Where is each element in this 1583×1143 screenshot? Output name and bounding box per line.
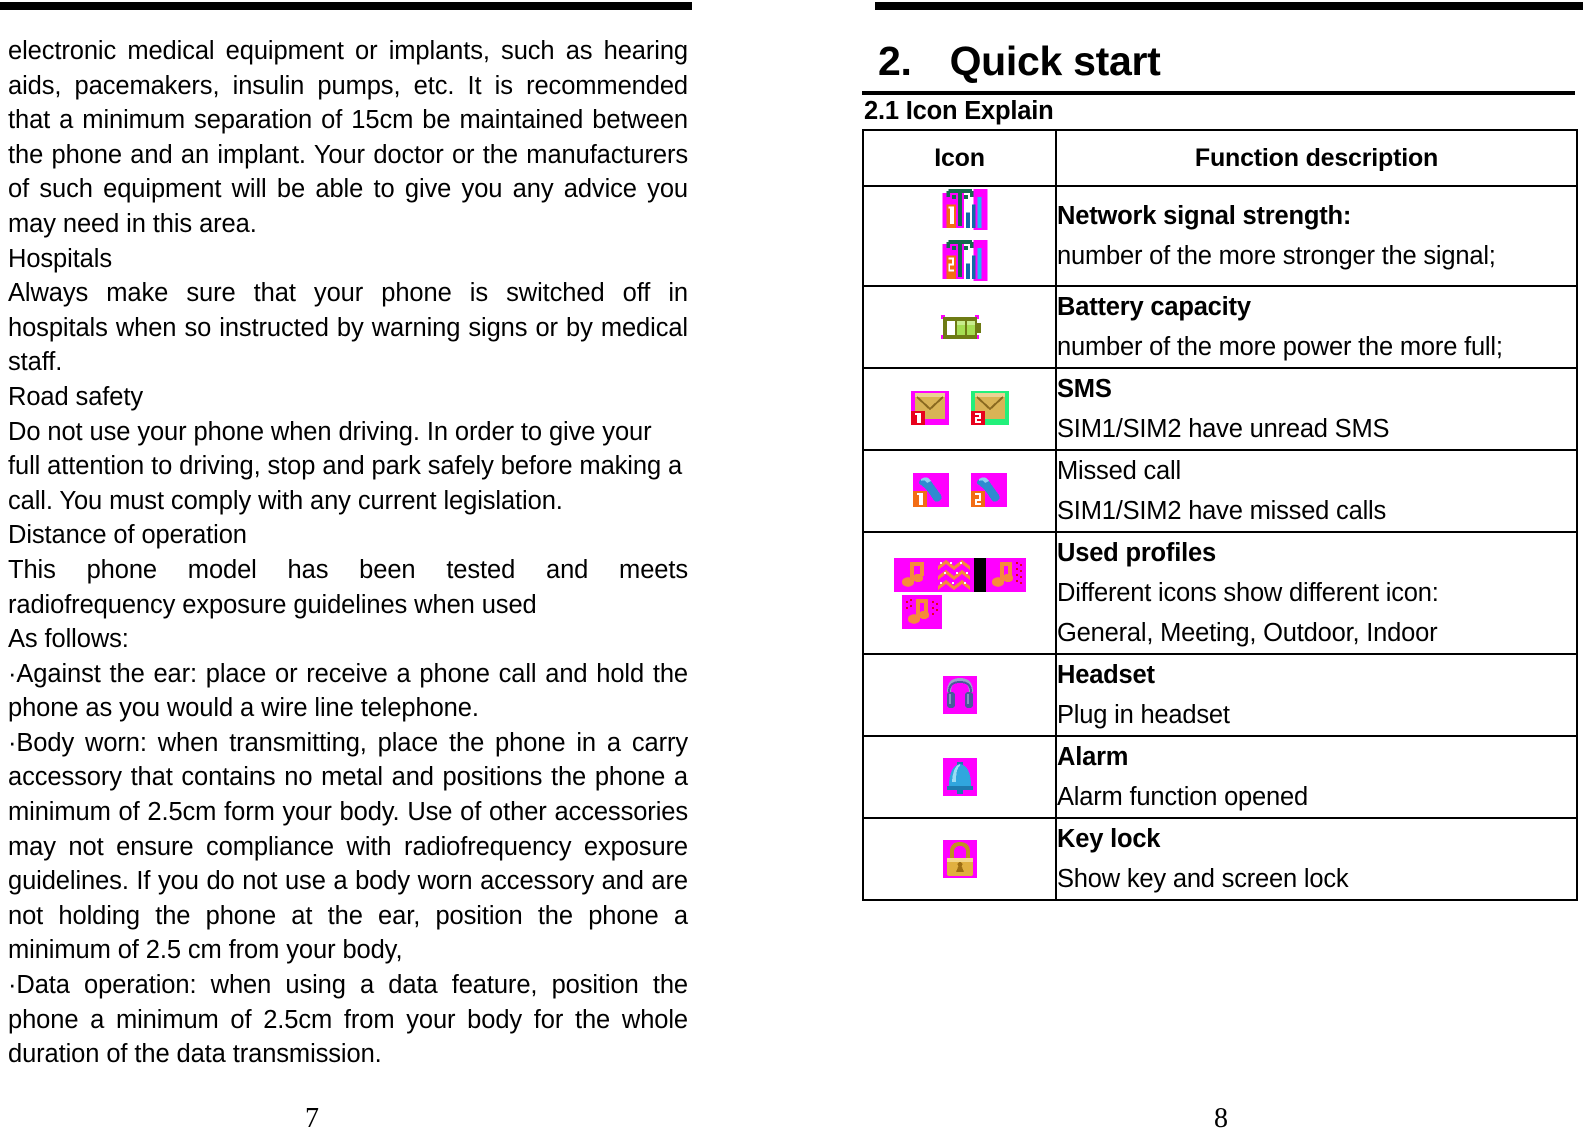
chapter-underline: [862, 91, 1575, 95]
profile-outdoor-icon: [973, 557, 986, 592]
section-heading: 2.1 Icon Explain: [864, 97, 1054, 125]
paragraph: ·Body worn: when transmitting, place the…: [8, 728, 688, 965]
signal-strength-sim1-icon: [930, 187, 990, 234]
row-description: Alarm function opened: [1057, 783, 1308, 811]
table-row: Used profiles Different icons show diffe…: [862, 531, 1578, 655]
table-row: Key lock Show key and screen lock: [862, 817, 1578, 901]
chapter-number: 2.: [878, 38, 912, 84]
paragraph: ·Data operation: when using a data featu…: [8, 971, 688, 1069]
icon-cell: [862, 653, 1057, 737]
document-page: electronic medical equipment or implants…: [0, 0, 1583, 1143]
chapter-heading: 2. Quick start: [878, 38, 1578, 85]
paragraph: Do not use your phone when driving. In o…: [8, 417, 683, 515]
headset-icon: [864, 674, 1055, 716]
row-title: Alarm: [1057, 743, 1129, 771]
row-title: Battery capacity: [1057, 293, 1251, 321]
row-description: Plug in headset: [1057, 701, 1230, 729]
safety-body-text: electronic medical equipment or implants…: [8, 34, 688, 1072]
sms-sim1-icon: [907, 389, 953, 429]
row-title: Used profiles: [1057, 539, 1216, 567]
paragraph: ·Against the ear: place or receive a pho…: [8, 659, 688, 723]
row-title: Network signal strength:: [1057, 202, 1352, 230]
right-page-column: 2. Quick start 2.1 Icon Explain Icon Func…: [862, 30, 1578, 901]
description-cell: Headset Plug in headset: [1055, 653, 1578, 737]
missed-call-sim1-icon: [909, 471, 953, 511]
description-cell: Used profiles Different icons show diffe…: [1055, 531, 1578, 655]
paragraph: electronic medical equipment or implants…: [8, 37, 688, 238]
row-description: number of the more stronger the signal;: [1057, 242, 1496, 270]
icon-cell: [862, 735, 1057, 819]
row-title: Key lock: [1057, 825, 1161, 853]
column-header-function: Function description: [1055, 129, 1578, 187]
profile-meeting-icon: [933, 557, 974, 592]
left-page-number: 7: [305, 1103, 319, 1134]
row-description: SIM1/SIM2 have unread SMS: [1057, 415, 1390, 443]
icon-cell: [862, 449, 1057, 533]
description-cell: SMS SIM1/SIM2 have unread SMS: [1055, 367, 1578, 451]
row-title: Missed call: [1057, 457, 1181, 485]
column-header-icon: Icon: [862, 129, 1057, 187]
battery-capacity-icon: [864, 309, 1055, 345]
row-description-2: General, Meeting, Outdoor, Indoor: [1057, 619, 1438, 647]
paragraph: Always make sure that your phone is swit…: [8, 279, 688, 377]
icon-cell: [862, 531, 1057, 655]
table-row: Alarm Alarm function opened: [862, 735, 1578, 819]
description-cell: Key lock Show key and screen lock: [1055, 817, 1578, 901]
chapter-title-text: Quick start: [949, 38, 1161, 84]
alarm-bell-icon: [864, 756, 1055, 798]
paragraph: As follows:: [8, 625, 129, 654]
table-row: SMS SIM1/SIM2 have unread SMS: [862, 367, 1578, 451]
icon-cell: [862, 185, 1057, 287]
row-description: Different icons show different icon:: [1057, 579, 1439, 607]
key-lock-icon: [864, 838, 1055, 880]
paragraph: This phone model has been tested and mee…: [8, 555, 688, 619]
profile-general-icon: [893, 557, 934, 592]
left-page-top-rule: [0, 2, 692, 10]
paragraph: Distance of operation: [8, 521, 247, 550]
signal-strength-sim2-icon: [930, 238, 990, 285]
table-header-row: Icon Function description: [862, 129, 1578, 187]
description-cell: Missed call SIM1/SIM2 have missed calls: [1055, 449, 1578, 533]
icon-cell: [862, 817, 1057, 901]
paragraph: Hospitals: [8, 244, 112, 273]
icon-cell: [862, 367, 1057, 451]
row-description: Show key and screen lock: [1057, 865, 1349, 893]
profile-indoor-icon-secondary: [902, 594, 942, 629]
missed-call-sim2-icon: [967, 471, 1011, 511]
row-title: SMS: [1057, 375, 1112, 403]
right-page-top-rule: [875, 2, 1583, 10]
table-row: Network signal strength: number of the m…: [862, 185, 1578, 287]
icon-cell: [862, 285, 1057, 369]
table-row: Headset Plug in headset: [862, 653, 1578, 737]
icon-explain-table: Icon Function description Network signal…: [862, 129, 1578, 901]
profile-indoor-icon: [985, 557, 1026, 592]
row-description: SIM1/SIM2 have missed calls: [1057, 497, 1387, 525]
paragraph: Road safety: [8, 382, 143, 411]
row-title: Headset: [1057, 661, 1155, 689]
sms-sim2-icon: [967, 389, 1013, 429]
description-cell: Network signal strength: number of the m…: [1055, 185, 1578, 287]
description-cell: Battery capacity number of the more powe…: [1055, 285, 1578, 369]
description-cell: Alarm Alarm function opened: [1055, 735, 1578, 819]
row-description: number of the more power the more full;: [1057, 333, 1503, 361]
table-row: Battery capacity number of the more powe…: [862, 285, 1578, 369]
table-row: Missed call SIM1/SIM2 have missed calls: [862, 449, 1578, 533]
left-page-column: electronic medical equipment or implants…: [8, 34, 688, 1072]
right-page-number: 8: [1214, 1103, 1228, 1134]
